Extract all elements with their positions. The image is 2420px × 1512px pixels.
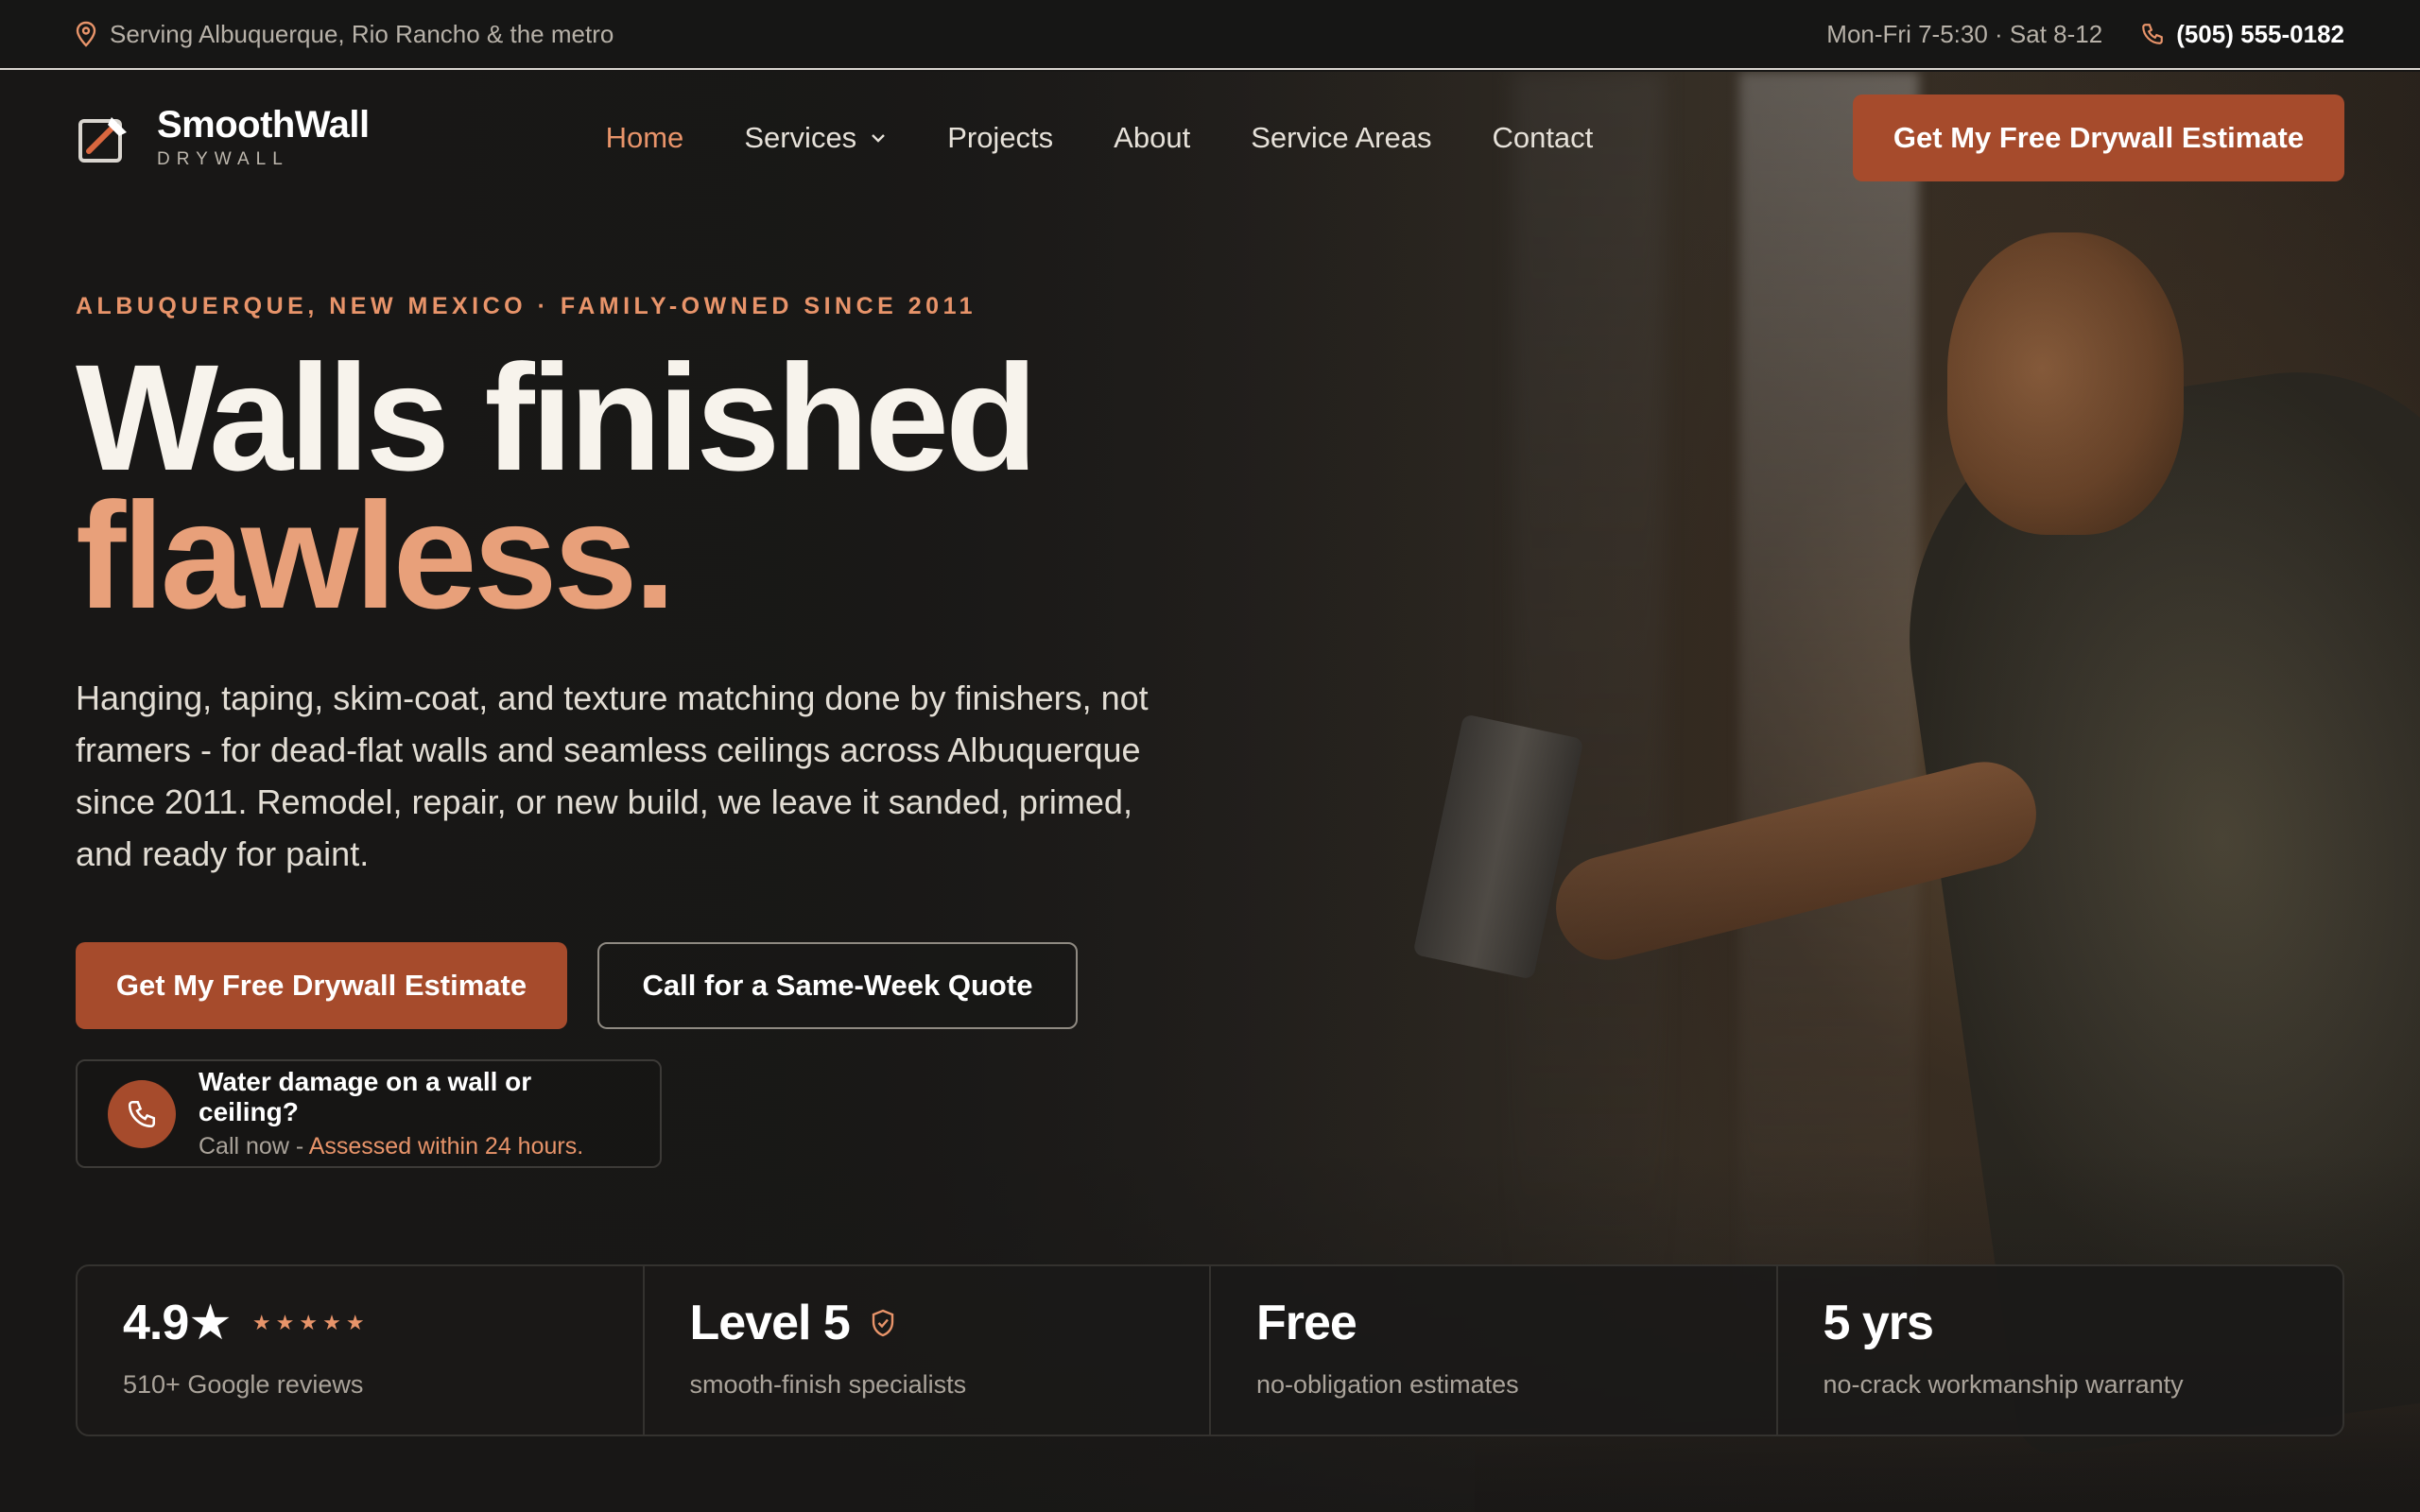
shield-icon <box>872 1309 894 1337</box>
alert-highlight: Assessed within 24 hours. <box>308 1133 584 1160</box>
brand-name: SmoothWall <box>157 104 370 146</box>
stat-warranty: 5 yrs no-crack workmanship warranty <box>1778 1266 2343 1435</box>
warranty-label: no-crack workmanship warranty <box>1823 1370 2184 1399</box>
hero-eyebrow: ALBUQUERQUE, NEW MEXICO · FAMILY-OWNED S… <box>76 293 977 319</box>
headline-line-2: flawless. <box>76 471 676 640</box>
rating-value: 4.9★ <box>123 1296 233 1350</box>
free-label: no-obligation estimates <box>1256 1370 1519 1399</box>
rating-label: 510+ Google reviews <box>123 1370 364 1399</box>
nav-item-contact[interactable]: Contact <box>1492 121 1593 155</box>
map-pin-icon <box>76 21 96 47</box>
stat-free-estimates: Free no-obligation estimates <box>1211 1266 1778 1435</box>
alert-prefix: Call now - <box>199 1133 309 1160</box>
level-label: smooth-finish specialists <box>689 1370 967 1399</box>
phone-number: (505) 555-0182 <box>2176 19 2344 48</box>
business-hours: Mon-Fri 7-5:30 · Sat 8-12 <box>1826 19 2103 48</box>
chevron-down-icon <box>872 134 886 143</box>
free-value: Free <box>1256 1296 1357 1350</box>
phone-icon <box>2142 24 2164 44</box>
main-navigation: SmoothWall DRYWALL Home Services Project… <box>0 72 2420 204</box>
star-icon: ★ <box>251 1311 271 1334</box>
same-week-quote-button[interactable]: Call for a Same-Week Quote <box>597 942 1078 1029</box>
hero-headline: Walls finished flawless. <box>76 333 1267 640</box>
nav-item-service-areas[interactable]: Service Areas <box>1251 121 1431 155</box>
nav-item-services-label: Services <box>744 121 857 154</box>
nav-item-home[interactable]: Home <box>606 121 684 155</box>
star-icon: ★ <box>322 1311 341 1334</box>
stat-level-5: Level 5 smooth-finish specialists <box>645 1266 1211 1435</box>
hero-section: ALBUQUERQUE, NEW MEXICO · FAMILY-OWNED S… <box>76 293 1267 1168</box>
nav-menu: Home Services Projects About Service Are… <box>606 121 1654 155</box>
headline-line-1: Walls finished <box>76 333 1038 502</box>
alert-title: Water damage on a wall or ceiling? <box>199 1067 532 1126</box>
stat-rating: 4.9★ ★ ★ ★ ★ ★ 510+ Google reviews <box>78 1266 645 1435</box>
nav-item-services[interactable]: Services <box>744 121 887 155</box>
nav-estimate-button[interactable]: Get My Free Drywall Estimate <box>1853 94 2344 181</box>
alert-subtitle: Call now - Assessed within 24 hours. <box>199 1133 630 1160</box>
brand-tagline: DRYWALL <box>157 149 289 169</box>
trowel-logo-icon <box>78 117 127 163</box>
phone-icon <box>128 1100 156 1127</box>
free-estimate-button[interactable]: Get My Free Drywall Estimate <box>76 942 567 1029</box>
nav-item-about[interactable]: About <box>1114 121 1190 155</box>
hero-description: Hanging, taping, skim-coat, and texture … <box>76 679 1149 873</box>
service-area-text: Serving Albuquerque, Rio Rancho & the me… <box>110 19 614 48</box>
stats-bar: 4.9★ ★ ★ ★ ★ ★ 510+ Google reviews Level… <box>76 1264 2344 1436</box>
star-icon: ★ <box>345 1311 365 1334</box>
topbar-phone-link[interactable]: (505) 555-0182 <box>2140 20 2344 49</box>
hero-cta-row: Get My Free Drywall Estimate Call for a … <box>76 942 1267 1029</box>
water-damage-callout[interactable]: Water damage on a wall or ceiling? Call … <box>76 1059 662 1168</box>
level-value: Level 5 <box>689 1296 851 1350</box>
nav-item-projects[interactable]: Projects <box>947 121 1053 155</box>
warranty-value: 5 yrs <box>1823 1296 1934 1350</box>
star-rating: ★ ★ ★ ★ ★ <box>252 1311 370 1335</box>
star-icon: ★ <box>275 1311 295 1334</box>
star-icon: ★ <box>299 1311 318 1334</box>
service-area-info: Serving Albuquerque, Rio Rancho & the me… <box>76 20 614 49</box>
logo-home-link[interactable]: SmoothWall DRYWALL <box>76 106 370 170</box>
alert-phone-badge <box>108 1079 176 1148</box>
top-utility-bar: Serving Albuquerque, Rio Rancho & the me… <box>0 0 2420 70</box>
